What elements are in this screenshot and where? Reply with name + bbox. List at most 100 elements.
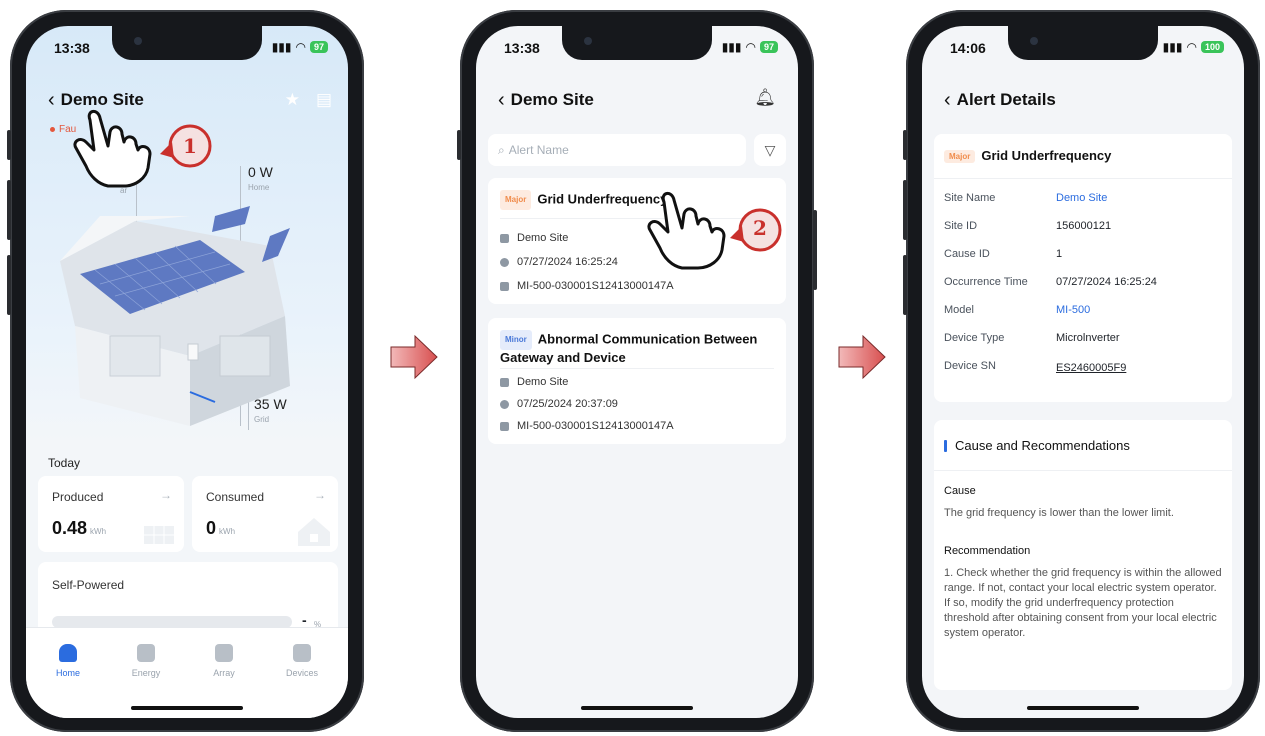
status-time: 13:38 — [54, 40, 90, 56]
produced-label: Produced — [52, 490, 104, 504]
status-time: 13:38 — [504, 40, 540, 56]
alert-site: Demo Site — [517, 232, 569, 244]
device-sn-link[interactable]: ES2460005F9 — [1056, 362, 1126, 374]
phone-side-button — [903, 130, 907, 160]
devices-icon — [293, 644, 311, 662]
alert-settings-bell-icon[interactable]: 🔔︎ — [754, 88, 776, 108]
tab-label: Devices — [285, 668, 318, 678]
chevron-left-icon: ‹ — [498, 89, 505, 111]
alert-device-row: MI-500-030001S12413000147A — [500, 280, 674, 292]
fault-dot-icon — [50, 127, 55, 132]
alert-level-badge: Major — [500, 190, 532, 210]
filter-icon: ▽ — [764, 141, 776, 158]
home-indicator — [131, 706, 243, 710]
home-icon — [59, 644, 77, 662]
alert-device-row: MI-500-030001S12413000147A — [500, 420, 674, 432]
site-name-link[interactable]: Demo Site — [1056, 192, 1107, 204]
phone-side-button — [903, 180, 907, 240]
tap-hand-icon — [647, 192, 782, 270]
search-icon: ⌕ — [498, 142, 505, 157]
home-indicator — [581, 706, 693, 710]
signal-icon: ▮▮▮ — [271, 40, 292, 54]
back-button[interactable]: ‹ Alert Details — [944, 90, 1056, 110]
site-icon — [500, 233, 509, 243]
arrow-right-icon: → — [160, 488, 172, 502]
alert-search-input[interactable]: ⌕ Alert Name — [488, 134, 746, 166]
tab-label: Array — [213, 668, 235, 678]
alert-site-row: Demo Site — [500, 232, 568, 244]
alert-time: 07/25/2024 20:37:09 — [517, 398, 618, 410]
notch — [562, 26, 712, 60]
alert-time: 07/27/2024 16:25:24 — [517, 256, 618, 268]
step-badge-1: 1 — [183, 134, 197, 158]
phone-side-button — [903, 255, 907, 315]
report-icon[interactable]: ▤ — [316, 90, 332, 110]
phone-frame-alert-details: 14:06 ▮▮▮ ◠ 100 ‹ Alert Details Major Grid … — [903, 10, 1260, 732]
house-outline-icon — [298, 518, 330, 546]
phone-frame-home: 13:38 ▮▮▮ ◠ 97 ‹ Demo Site ★ ▤ Fau ar 0 W … — [7, 10, 364, 732]
consumed-card[interactable]: Consumed → 0 kWh — [192, 476, 338, 552]
home-indicator — [1027, 706, 1139, 710]
device-type-value: Microlnverter — [1056, 332, 1120, 344]
back-button[interactable]: ‹ Demo Site — [498, 90, 594, 110]
field-label: Cause ID — [944, 248, 990, 260]
field-label: Occurrence Time — [944, 276, 1028, 288]
house-illustration — [60, 206, 290, 426]
alert-heading: Major Grid Underfrequency — [944, 148, 1112, 164]
star-icon[interactable]: ★ — [285, 90, 300, 110]
battery-icon: 100 — [1200, 41, 1224, 53]
consumed-unit: kWh — [219, 527, 236, 536]
alert-time-row: 07/27/2024 16:25:24 — [500, 256, 618, 268]
field-label: Model — [944, 304, 974, 316]
alert-card[interactable]: Minor Abnormal Communication Between Gate… — [488, 318, 786, 444]
produced-value: 0.48 — [52, 518, 88, 538]
phone-side-button — [457, 130, 461, 160]
alert-level-badge: Minor — [500, 330, 532, 350]
tab-energy[interactable]: Energy — [116, 644, 176, 678]
alert-level-badge: Major — [944, 150, 976, 164]
alert-device: MI-500-030001S12413000147A — [517, 420, 674, 432]
produced-card[interactable]: Produced → 0.48 kWh — [38, 476, 184, 552]
recommendation-text: 1. Check whether the grid frequency is w… — [944, 567, 1222, 639]
tab-label: Energy — [131, 668, 161, 678]
alert-title: Grid Underfrequency — [981, 148, 1112, 163]
tab-devices[interactable]: Devices — [272, 644, 332, 678]
site-id-value: 156000121 — [1056, 220, 1112, 232]
energy-icon — [137, 644, 155, 662]
status-time: 14:06 — [950, 40, 986, 56]
search-placeholder: Alert Name — [508, 143, 569, 157]
section-title-text: Cause and Recommendations — [955, 438, 1130, 453]
wifi-icon: ◠ — [745, 40, 756, 54]
page-title: Alert Details — [956, 90, 1056, 109]
notch — [1008, 26, 1158, 60]
consumed-value-wrap: 0 kWh — [206, 518, 235, 539]
chevron-left-icon: ‹ — [48, 89, 55, 111]
occurrence-time-value: 07/27/2024 16:25:24 — [1056, 276, 1157, 288]
produced-value-wrap: 0.48 kWh — [52, 518, 106, 539]
tab-home[interactable]: Home — [38, 644, 98, 678]
clock-icon — [500, 399, 509, 409]
device-icon — [500, 281, 509, 291]
model-link[interactable]: MI-500 — [1056, 304, 1090, 316]
wifi-icon: ◠ — [295, 40, 306, 54]
phone-frame-alerts: 13:38 ▮▮▮ ◠ 97 ‹ Demo Site 🔔︎ ⌕ Alert Name… — [457, 10, 817, 732]
filter-button[interactable]: ▽ — [754, 134, 786, 166]
alert-site-row: Demo Site — [500, 376, 568, 388]
battery-icon: 97 — [309, 41, 328, 53]
wifi-icon: ◠ — [1186, 40, 1197, 54]
tab-label: Home — [55, 668, 80, 678]
phone-side-button — [7, 130, 11, 160]
alert-time-row: 07/25/2024 20:37:09 — [500, 398, 618, 410]
device-icon — [500, 421, 509, 431]
phone-side-button — [7, 180, 11, 240]
site-icon — [500, 377, 509, 387]
chevron-left-icon: ‹ — [944, 89, 951, 111]
divider — [934, 178, 1232, 179]
divider — [934, 470, 1232, 471]
page-title: Demo Site — [510, 90, 594, 109]
tab-array[interactable]: Array — [194, 644, 254, 678]
divider — [500, 368, 774, 369]
solar-panel-icon — [144, 526, 174, 544]
field-label: Device SN — [944, 360, 996, 372]
step-badge-2: 2 — [753, 216, 767, 240]
